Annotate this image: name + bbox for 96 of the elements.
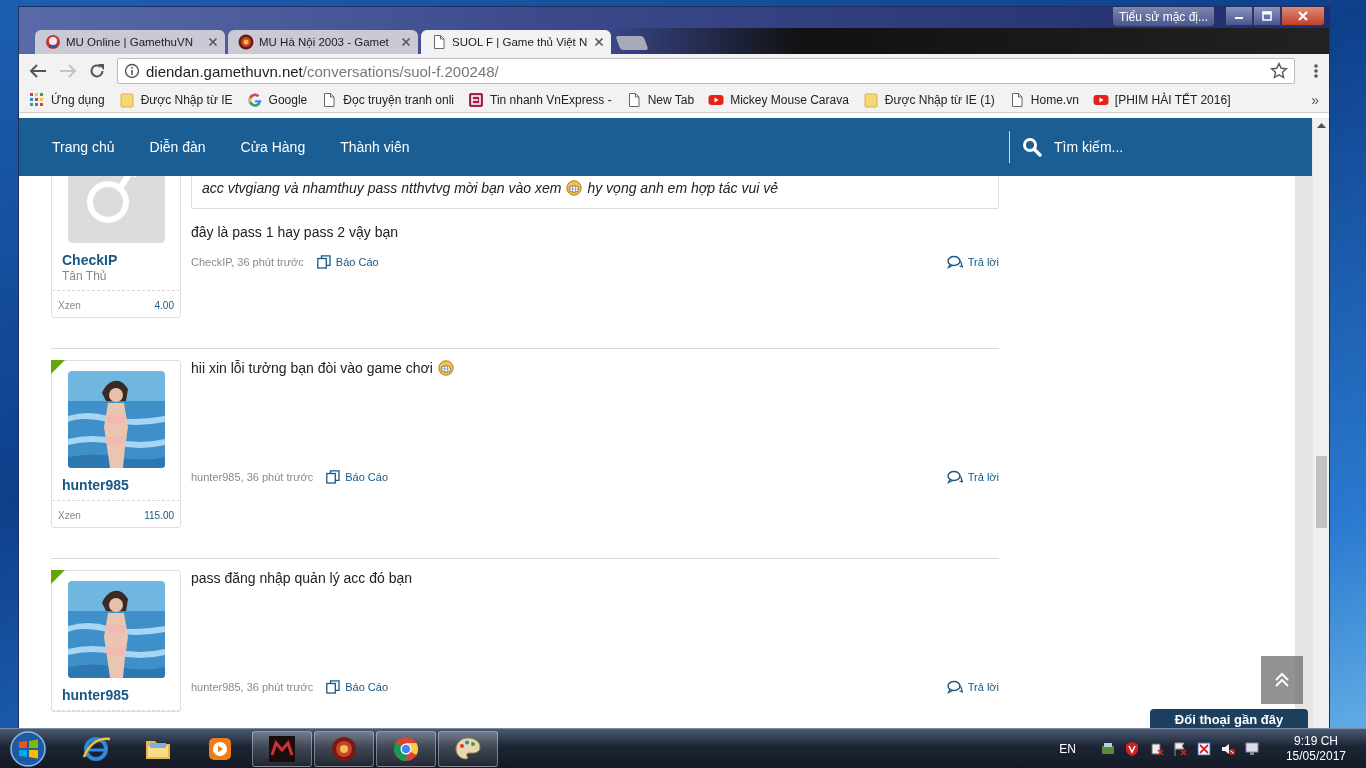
maximize-button[interactable] bbox=[1253, 7, 1281, 26]
search-field[interactable]: Tìm kiếm... bbox=[1054, 139, 1234, 155]
flag-icon[interactable] bbox=[1171, 740, 1188, 757]
copy-icon bbox=[326, 680, 341, 694]
bookmark-link[interactable]: New Tab bbox=[625, 92, 695, 108]
shield-icon[interactable] bbox=[1123, 740, 1140, 757]
bookmark-link[interactable]: Tin nhanh VnExpress - bbox=[468, 92, 612, 108]
clock-time: 9:19 CH bbox=[1293, 733, 1338, 749]
new-tab-button[interactable] bbox=[615, 36, 649, 50]
play-icon bbox=[708, 92, 725, 108]
close-button[interactable] bbox=[1281, 7, 1325, 26]
close-icon[interactable] bbox=[208, 37, 218, 47]
grin-icon bbox=[566, 180, 583, 196]
newspaper-icon bbox=[468, 92, 485, 108]
speech-bubbles-icon bbox=[946, 255, 963, 269]
folder-icon bbox=[862, 92, 879, 108]
report-link[interactable]: Báo Cáo bbox=[326, 470, 389, 484]
play-icon bbox=[1092, 92, 1109, 108]
message-text: đây là pass 1 hay pass 2 vậy bạn bbox=[191, 224, 399, 240]
menu-icon[interactable] bbox=[1313, 63, 1319, 79]
taskbar-button[interactable] bbox=[314, 730, 374, 767]
start-button[interactable] bbox=[8, 728, 48, 768]
taskbar-button[interactable] bbox=[438, 730, 498, 767]
bookmark-link[interactable]: [PHIM HÀI TẾT 2016] bbox=[1092, 92, 1231, 108]
clock-date: 15/05/2017 bbox=[1285, 748, 1346, 764]
message-text: pass đăng nhập quản lý acc đó bạn bbox=[191, 570, 413, 586]
bookmark-link[interactable]: Được Nhập từ IE (1) bbox=[862, 92, 995, 108]
username-link[interactable]: hunter985 bbox=[62, 687, 170, 703]
report-link[interactable]: Báo Cáo bbox=[326, 680, 389, 694]
user-title: Tân Thủ bbox=[62, 269, 108, 283]
reload-icon[interactable] bbox=[89, 63, 105, 79]
reply-link[interactable]: Trả lời bbox=[946, 255, 999, 269]
browser-tab[interactable]: MU Online | GamethuVN bbox=[35, 30, 225, 54]
bookmark-link[interactable]: Được Nhập từ IE bbox=[118, 92, 233, 108]
post-meta: CheckIP, 36 phút trước bbox=[191, 256, 304, 268]
bookmark-link[interactable]: Đọc truyện tranh onli bbox=[321, 92, 455, 108]
language-indicator[interactable]: EN bbox=[1059, 741, 1076, 756]
nav-link[interactable]: Thành viên bbox=[340, 139, 410, 155]
mascot-icon bbox=[45, 34, 61, 50]
back-to-top-button[interactable] bbox=[1261, 656, 1303, 704]
username-link[interactable]: CheckIP bbox=[62, 252, 170, 268]
apps-icon bbox=[29, 92, 45, 108]
taskbar-button[interactable] bbox=[252, 730, 312, 767]
scroll-up-icon bbox=[1316, 123, 1326, 128]
back-icon[interactable] bbox=[29, 63, 47, 79]
post-meta: hunter985, 36 phút trước bbox=[191, 681, 314, 693]
bookmark-link[interactable]: Home.vn bbox=[1008, 92, 1079, 108]
address-bar[interactable]: diendan.gamethuvn.net/conversations/suol-f.200248/ bbox=[117, 58, 1295, 84]
close-icon[interactable] bbox=[401, 37, 411, 47]
post-meta: hunter985, 36 phút trước bbox=[191, 471, 314, 483]
reply-link[interactable]: Trả lời bbox=[946, 470, 999, 484]
window-error-icon[interactable] bbox=[1195, 740, 1212, 757]
monitor-icon[interactable] bbox=[1243, 740, 1260, 757]
speech-bubbles-icon bbox=[946, 470, 963, 484]
scrollbar-thumb[interactable] bbox=[1315, 456, 1327, 528]
browser-tab[interactable]: MU Hà Nội 2003 - Gamet bbox=[228, 30, 418, 54]
bookmark-link[interactable]: Google bbox=[246, 92, 308, 108]
stat-label: Xzen bbox=[58, 300, 81, 311]
nav-link[interactable]: Cửa Hàng bbox=[240, 139, 306, 155]
message-text: hii xin lỗi tưởng bạn đòi vào game chơi bbox=[191, 360, 433, 376]
page-icon bbox=[431, 34, 447, 50]
scrollbar[interactable] bbox=[1312, 118, 1329, 728]
quote-text: acc vtvgiang và nhamthuy pass ntthvtvg mời bạn vào xem bbox=[202, 180, 562, 196]
page-icon bbox=[321, 92, 338, 108]
maximize-icon bbox=[1262, 11, 1272, 21]
bookmark-link[interactable]: Ứng dụng bbox=[29, 92, 105, 108]
quote-text: hy vọng anh em hợp tác vui vẻ bbox=[587, 180, 778, 196]
google-icon bbox=[246, 92, 263, 108]
search-icon bbox=[1022, 137, 1042, 157]
taskbar-button[interactable] bbox=[376, 730, 436, 767]
star-icon[interactable] bbox=[1270, 62, 1288, 80]
info-icon bbox=[124, 63, 140, 79]
browser-tab[interactable]: SUOL F | Game thủ Việt N bbox=[421, 30, 611, 54]
close-icon[interactable] bbox=[594, 37, 604, 47]
close-icon bbox=[1297, 11, 1309, 21]
nav-link[interactable]: Trang chủ bbox=[52, 139, 115, 155]
stat-value: 4.00 bbox=[154, 300, 174, 311]
speech-bubbles-icon bbox=[946, 680, 963, 694]
minimize-button[interactable] bbox=[1225, 7, 1253, 26]
copy-icon bbox=[326, 470, 341, 484]
reply-link[interactable]: Trả lời bbox=[946, 680, 999, 694]
username-link[interactable]: hunter985 bbox=[62, 477, 170, 493]
report-link[interactable]: Báo Cáo bbox=[316, 255, 379, 269]
grin-icon bbox=[437, 360, 454, 376]
more-bookmarks-button[interactable]: » bbox=[1311, 92, 1319, 108]
stat-label: Xzen bbox=[58, 510, 81, 521]
folder-icon bbox=[118, 92, 135, 108]
url-text: diendan.gamethuvn.net/conversations/suol-f.200248/ bbox=[146, 62, 500, 80]
bookmark-link[interactable]: Mickey Mouse Carava bbox=[708, 92, 849, 108]
profile-button[interactable]: Tiểu sử mặc đị... bbox=[1112, 7, 1215, 27]
copy-icon bbox=[316, 255, 331, 269]
double-chevron-up-icon bbox=[1274, 672, 1290, 688]
stat-value: 115.00 bbox=[144, 510, 174, 521]
nav-link[interactable]: Diễn đàn bbox=[149, 139, 206, 155]
recent-conversations-tab[interactable]: Đối thoại gần đây bbox=[1150, 709, 1308, 728]
emblem-icon bbox=[238, 34, 254, 50]
